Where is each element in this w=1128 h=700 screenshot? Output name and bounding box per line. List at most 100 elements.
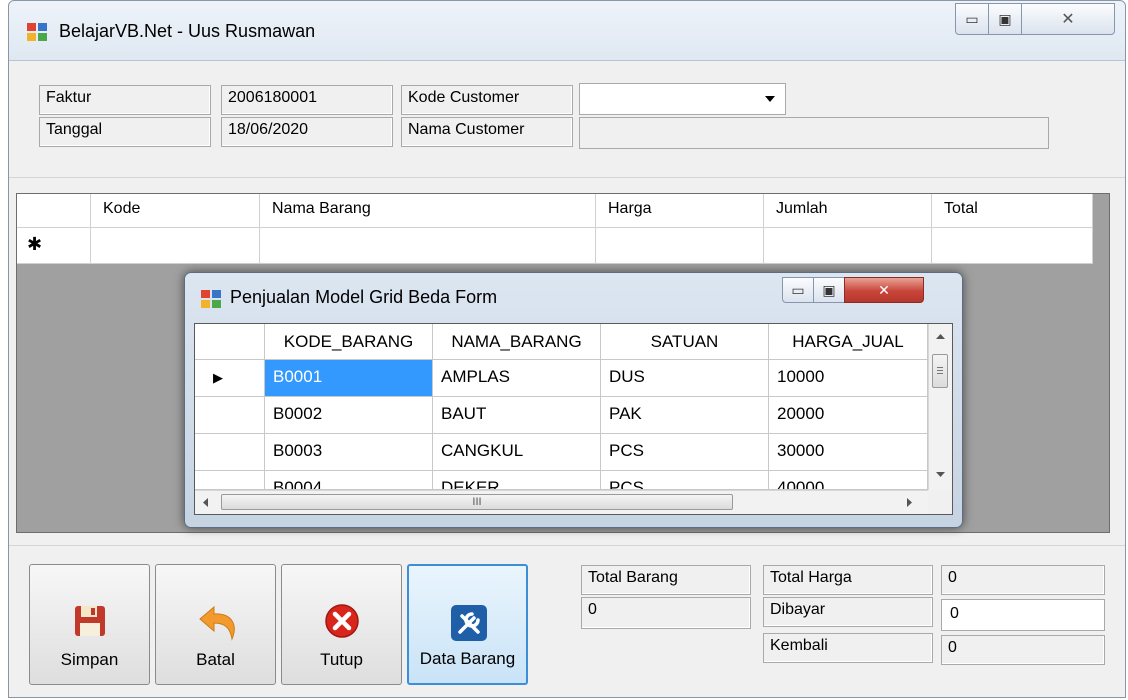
divider <box>9 177 1125 178</box>
total-harga-label: Total Harga <box>763 565 933 595</box>
cell-harga[interactable]: 40000 <box>769 471 928 489</box>
tanggal-value: 18/06/2020 <box>221 117 393 147</box>
divider <box>9 545 1125 546</box>
scroll-right-icon[interactable] <box>907 498 912 507</box>
lookup-window-title: Penjualan Model Grid Beda Form <box>230 287 498 307</box>
kode-customer-label: Kode Customer <box>401 85 573 115</box>
table-row[interactable]: ▶ B0001 AMPLAS DUS 10000 <box>195 360 928 397</box>
scroll-up-icon[interactable] <box>936 334 945 339</box>
cell-harga[interactable]: 30000 <box>769 434 928 470</box>
cell-nama[interactable]: AMPLAS <box>433 360 601 396</box>
column-header-harga-jual[interactable]: HARGA_JUAL <box>769 324 928 359</box>
kembali-value: 0 <box>941 635 1105 665</box>
horizontal-scroll-thumb[interactable]: III <box>221 494 733 510</box>
horizontal-scrollbar[interactable]: III <box>195 490 928 514</box>
nama-customer-field[interactable] <box>579 117 1049 149</box>
grid-header: Kode Nama Barang Harga Jumlah Total <box>17 194 1093 228</box>
maximize-icon: ▣ <box>998 10 1012 27</box>
total-harga-value: 0 <box>941 565 1105 595</box>
barang-grid-header: KODE_BARANG NAMA_BARANG SATUAN HARGA_JUA… <box>195 324 928 360</box>
cell-kode[interactable]: B0004 <box>265 471 433 489</box>
minimize-button[interactable]: ▭ <box>955 3 989 35</box>
data-barang-button[interactable]: Data Barang <box>407 564 528 685</box>
app-icon <box>201 290 223 310</box>
column-header-harga[interactable]: Harga <box>596 194 764 227</box>
window-title: BelajarVB.Net - Uus Rusmawan <box>59 21 316 41</box>
new-row-total-cell[interactable] <box>932 228 1093 263</box>
row-header[interactable] <box>195 471 265 489</box>
vertical-scrollbar[interactable] <box>928 324 952 490</box>
cell-nama[interactable]: BAUT <box>433 397 601 433</box>
vertical-scroll-thumb[interactable] <box>932 354 948 388</box>
cell-satuan[interactable]: PCS <box>601 471 769 489</box>
tutup-button[interactable]: Tutup <box>281 564 402 685</box>
new-row-jumlah-cell[interactable] <box>764 228 932 263</box>
row-header[interactable] <box>195 434 265 470</box>
lookup-maximize-button[interactable]: ▣ <box>813 277 845 303</box>
kode-customer-combobox[interactable] <box>579 83 786 115</box>
row-header[interactable] <box>195 397 265 433</box>
row-header-corner <box>195 324 265 359</box>
app-icon <box>27 23 49 43</box>
new-row-kode-cell[interactable] <box>91 228 260 263</box>
lookup-close-button[interactable]: ✕ <box>844 277 924 303</box>
cell-nama[interactable]: CANGKUL <box>433 434 601 470</box>
cell-harga[interactable]: 10000 <box>769 360 928 396</box>
cell-nama[interactable]: DEKER <box>433 471 601 489</box>
cell-satuan[interactable]: DUS <box>601 360 769 396</box>
column-header-kode[interactable]: Kode <box>91 194 260 227</box>
data-barang-label: Data Barang <box>419 649 516 668</box>
column-header-kode-barang[interactable]: KODE_BARANG <box>265 324 433 359</box>
chevron-down-icon <box>765 96 775 102</box>
new-row[interactable]: ✱ <box>17 228 1093 264</box>
maximize-button[interactable]: ▣ <box>988 3 1022 35</box>
cell-satuan[interactable]: PAK <box>601 397 769 433</box>
cell-kode[interactable]: B0002 <box>265 397 433 433</box>
barang-grid[interactable]: KODE_BARANG NAMA_BARANG SATUAN HARGA_JUA… <box>194 323 953 515</box>
column-header-jumlah[interactable]: Jumlah <box>764 194 932 227</box>
column-header-total[interactable]: Total <box>932 194 1093 227</box>
column-header-nama-barang[interactable]: NAMA_BARANG <box>433 324 601 359</box>
new-row-nama-cell[interactable] <box>260 228 596 263</box>
batal-label: Batal <box>196 650 235 669</box>
table-row[interactable]: B0003 CANGKUL PCS 30000 <box>195 434 928 471</box>
close-icon: ✕ <box>1061 11 1075 28</box>
simpan-button[interactable]: Simpan <box>29 564 150 685</box>
cell-kode[interactable]: B0001 <box>265 360 433 396</box>
close-button[interactable]: ✕ <box>1021 3 1115 35</box>
nama-customer-label: Nama Customer <box>401 117 573 147</box>
title-bar: BelajarVB.Net - Uus Rusmawan ▭ ▣ ✕ <box>9 1 1125 61</box>
row-header-corner <box>17 194 91 227</box>
floppy-disk-icon <box>72 603 108 639</box>
tanggal-label: Tanggal <box>39 117 211 147</box>
cell-satuan[interactable]: PCS <box>601 434 769 470</box>
tools-icon <box>450 604 487 641</box>
close-circle-icon <box>324 603 360 639</box>
cell-kode[interactable]: B0003 <box>265 434 433 470</box>
dibayar-label: Dibayar <box>763 597 933 627</box>
scroll-left-icon[interactable] <box>203 498 208 507</box>
scrollbar-corner <box>928 490 952 514</box>
lookup-minimize-button[interactable]: ▭ <box>782 277 814 303</box>
column-header-nama-barang[interactable]: Nama Barang <box>260 194 596 227</box>
faktur-label: Faktur <box>39 85 211 115</box>
undo-arrow-icon <box>198 603 235 641</box>
table-row[interactable]: B0004 DEKER PCS 40000 <box>195 471 928 490</box>
total-barang-value: 0 <box>581 597 751 629</box>
minimize-icon: ▭ <box>965 10 979 27</box>
table-row[interactable]: B0002 BAUT PAK 20000 <box>195 397 928 434</box>
batal-button[interactable]: Batal <box>155 564 276 685</box>
new-row-harga-cell[interactable] <box>596 228 764 263</box>
minimize-icon: ▭ <box>791 281 805 298</box>
current-row-marker-icon: ▶ <box>195 360 265 396</box>
dibayar-input[interactable]: 0 <box>941 599 1105 631</box>
column-header-satuan[interactable]: SATUAN <box>601 324 769 359</box>
simpan-label: Simpan <box>60 650 119 669</box>
total-barang-label: Total Barang <box>581 565 751 595</box>
cell-harga[interactable]: 20000 <box>769 397 928 433</box>
close-icon: ✕ <box>878 281 890 298</box>
faktur-value: 2006180001 <box>221 85 393 115</box>
scroll-down-icon[interactable] <box>936 472 945 477</box>
kembali-label: Kembali <box>763 633 933 663</box>
new-row-marker: ✱ <box>17 228 91 263</box>
